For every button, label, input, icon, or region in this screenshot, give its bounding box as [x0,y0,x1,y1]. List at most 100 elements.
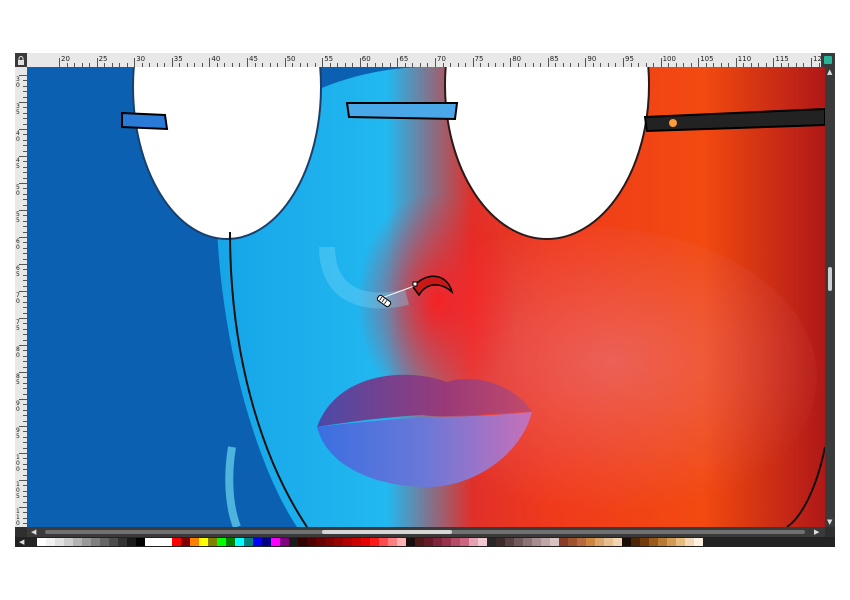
color-swatch[interactable] [307,538,316,546]
color-swatch[interactable] [37,538,46,546]
color-swatch[interactable] [631,538,640,546]
color-swatch[interactable] [316,538,325,546]
canvas[interactable] [27,67,825,527]
ruler-tick [660,58,662,67]
ruler-tick [284,58,286,67]
color-swatch[interactable] [388,538,397,546]
color-swatch[interactable] [352,538,361,546]
color-swatch[interactable] [649,538,658,546]
horizontal-ruler[interactable]: 20 25 30 35 40 45 50 55 60 65 70 75 80 85 90 95 100 105 11… [27,53,821,67]
color-swatch[interactable] [253,538,262,546]
color-swatch[interactable] [136,538,145,546]
color-swatch[interactable] [622,538,631,546]
color-swatch[interactable] [541,538,550,546]
horizontal-scroll-thumb[interactable] [322,530,452,534]
ruler-tick [19,426,27,427]
color-swatch[interactable] [235,538,244,546]
color-swatch[interactable] [460,538,469,546]
color-swatch[interactable] [487,538,496,546]
color-swatch[interactable] [694,538,703,546]
color-swatch[interactable] [604,538,613,546]
scroll-up-icon[interactable]: ▲ [827,68,832,76]
color-swatch[interactable] [289,538,298,546]
color-swatch[interactable] [325,538,334,546]
color-swatch[interactable] [163,538,172,546]
color-swatch[interactable] [145,538,154,546]
lock-icon[interactable] [15,54,27,68]
color-swatch[interactable] [370,538,379,546]
color-swatch[interactable] [685,538,694,546]
vertical-ruler[interactable]: 30 35 40 45 50 55 60 65 70 75 80 85 90 95 100 105 110 [15,67,27,527]
color-swatch[interactable] [46,538,55,546]
color-swatch[interactable] [433,538,442,546]
color-swatch[interactable] [379,538,388,546]
color-swatch[interactable] [217,538,226,546]
color-swatch[interactable] [658,538,667,546]
color-swatch[interactable] [172,538,181,546]
color-swatch[interactable] [586,538,595,546]
color-swatch[interactable] [73,538,82,546]
node-handle[interactable] [412,281,418,287]
palette-scroll-left-icon[interactable]: ◀ [19,538,24,546]
color-swatch[interactable] [55,538,64,546]
color-swatch[interactable] [100,538,109,546]
horizontal-scrollbar[interactable]: ◀ ▶ [27,527,825,537]
color-swatch[interactable] [244,538,253,546]
temple-highlight [669,119,677,127]
color-swatch[interactable] [568,538,577,546]
color-swatch[interactable] [271,538,280,546]
color-swatch[interactable] [640,538,649,546]
color-swatch[interactable] [595,538,604,546]
color-swatch[interactable] [496,538,505,546]
color-swatch[interactable] [154,538,163,546]
color-swatch[interactable] [676,538,685,546]
color-swatch[interactable] [532,538,541,546]
color-swatch[interactable] [397,538,406,546]
color-swatch[interactable] [514,538,523,546]
scroll-right-icon[interactable]: ▶ [814,528,819,536]
color-swatch[interactable] [64,538,73,546]
color-swatch[interactable] [424,538,433,546]
color-swatch[interactable] [298,538,307,546]
color-swatch[interactable] [82,538,91,546]
color-swatch[interactable] [361,538,370,546]
color-swatch[interactable] [91,538,100,546]
color-swatch[interactable] [451,538,460,546]
color-swatch[interactable] [469,538,478,546]
color-swatch[interactable] [262,538,271,546]
color-swatch[interactable] [505,538,514,546]
ruler-tick [510,58,512,67]
color-swatch[interactable] [208,538,217,546]
color-swatch[interactable] [190,538,199,546]
color-swatch[interactable] [127,538,136,546]
ruler-label: 70 [16,292,20,305]
color-swatch[interactable] [415,538,424,546]
ruler-corner[interactable] [15,53,27,67]
color-swatch[interactable] [334,538,343,546]
color-swatch[interactable] [550,538,559,546]
ruler-label: 105 [700,55,714,63]
ruler-label: 110 [737,55,752,63]
scroll-down-icon[interactable]: ▼ [827,518,832,526]
color-swatch[interactable] [523,538,532,546]
color-swatch[interactable] [667,538,676,546]
view-toggle-icon[interactable] [824,56,832,64]
color-swatch[interactable] [442,538,451,546]
color-swatch[interactable] [613,538,622,546]
color-swatch[interactable] [343,538,352,546]
color-swatch[interactable] [226,538,235,546]
color-swatch[interactable] [559,538,568,546]
scroll-left-icon[interactable]: ◀ [31,528,36,536]
ruler-label: 25 [98,55,108,63]
vertical-scroll-thumb[interactable] [828,267,832,291]
color-swatch[interactable] [109,538,118,546]
ruler-tick [19,291,27,292]
color-swatch[interactable] [118,538,127,546]
color-swatch[interactable] [280,538,289,546]
color-swatch[interactable] [406,538,415,546]
color-swatch[interactable] [181,538,190,546]
vertical-scrollbar[interactable]: ▲ ▼ [825,67,835,527]
color-swatch[interactable] [199,538,208,546]
color-swatch[interactable] [478,538,487,546]
color-swatch[interactable] [577,538,586,546]
